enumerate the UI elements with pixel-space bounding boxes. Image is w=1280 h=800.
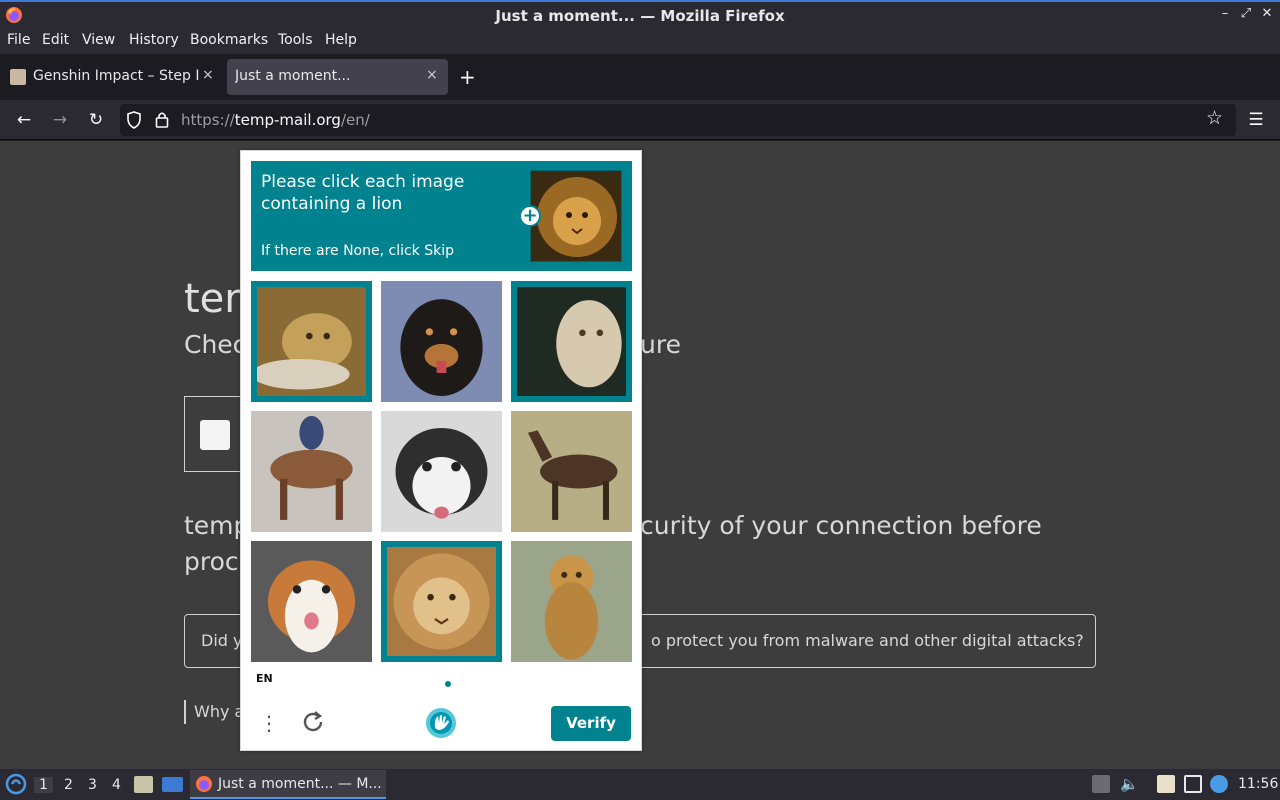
eject-icon[interactable]	[1092, 775, 1110, 793]
white-lion-tile[interactable]	[511, 281, 632, 402]
workspace-2[interactable]: 2	[64, 777, 73, 793]
language-selector[interactable]: EN	[256, 672, 273, 685]
captcha-prompt: Please click each image containing a lio…	[261, 172, 465, 214]
tab-just-a-moment[interactable]: Just a moment... ×	[227, 59, 448, 95]
why-link[interactable]: Why a	[184, 700, 244, 724]
workspace-3[interactable]: 3	[88, 777, 97, 793]
url-text[interactable]: https://temp-mail.org/en/	[181, 111, 370, 129]
lioness-image	[257, 287, 366, 396]
tab-label: Just a moment...	[235, 68, 351, 84]
task-label: Just a moment... — M...	[218, 776, 382, 792]
page-paragraph-line2: proc	[184, 547, 239, 576]
bookmark-star-icon[interactable]: ☆	[1206, 107, 1223, 129]
page-subheading-tail: ure	[640, 330, 681, 359]
tab-bar: Genshin Impact – Step In × Just a moment…	[0, 54, 1280, 100]
dog-rottweiler-tile[interactable]	[381, 281, 502, 402]
firefox-icon	[196, 776, 212, 792]
file-manager-icon[interactable]	[134, 776, 153, 793]
menu-tools[interactable]: Tools	[278, 32, 313, 48]
back-button[interactable]: ←	[12, 108, 36, 132]
lioness-tile[interactable]	[251, 281, 372, 402]
horse-rider-tile[interactable]	[251, 411, 372, 532]
notification-icon[interactable]	[1210, 775, 1228, 793]
menu-view[interactable]: View	[82, 32, 115, 48]
refresh-challenge-icon[interactable]	[299, 708, 327, 736]
new-tab-button[interactable]: +	[459, 65, 476, 89]
menu-help[interactable]: Help	[325, 32, 357, 48]
faq-question-text: Did y	[201, 631, 243, 650]
lion-face-tile[interactable]	[381, 541, 502, 662]
nav-toolbar: ← → ↻ https://temp-mail.org/en/ ☆ ☰	[0, 100, 1280, 140]
window-title: Just a moment... — Mozilla Firefox	[495, 7, 785, 25]
white-lion-image	[517, 287, 626, 396]
maximize-button[interactable]: ⤢	[1237, 6, 1255, 21]
corgi-tile[interactable]	[251, 541, 372, 662]
clock: 11:56	[1238, 776, 1279, 792]
husky-tile[interactable]	[381, 411, 502, 532]
shield-icon[interactable]	[126, 111, 142, 129]
challenge-checkbox-box	[184, 396, 244, 472]
taskbar-firefox-task[interactable]: Just a moment... — M...	[190, 770, 386, 799]
forward-button[interactable]: →	[48, 108, 72, 132]
tab-label: Genshin Impact – Step In	[33, 68, 199, 84]
close-window-button[interactable]: ✕	[1258, 6, 1276, 21]
husky-image	[381, 411, 502, 532]
lion-cub-tile[interactable]	[511, 541, 632, 662]
hcaptcha-logo-icon	[426, 708, 456, 738]
faq-question-tail: o protect you from malware and other dig…	[651, 631, 1084, 650]
horse-rider-image	[251, 411, 372, 532]
page-indicator-dot	[445, 681, 451, 687]
hamburger-menu-icon[interactable]: ☰	[1244, 108, 1268, 132]
window-titlebar: Just a moment... — Mozilla Firefox – ⤢ ✕	[0, 0, 1280, 29]
lion-face-image	[387, 547, 496, 656]
menu-edit[interactable]: Edit	[42, 32, 69, 48]
corgi-image	[251, 541, 372, 662]
clipboard-icon[interactable]	[1157, 775, 1175, 793]
show-desktop-icon[interactable]	[162, 777, 183, 792]
more-options-icon[interactable]: ⋮	[259, 711, 279, 737]
minimize-button[interactable]: –	[1216, 6, 1234, 21]
menu-bookmarks[interactable]: Bookmarks	[190, 32, 268, 48]
menu-bar: File Edit View History Bookmarks Tools H…	[0, 29, 1280, 54]
captcha-hint: If there are None, click Skip	[261, 243, 455, 259]
network-icon[interactable]	[1184, 775, 1202, 793]
expand-example-icon[interactable]: +	[519, 205, 541, 227]
example-lion-image[interactable]	[530, 170, 622, 262]
tab-close-icon[interactable]: ×	[426, 67, 438, 83]
dog-image	[381, 281, 502, 402]
workspace-4[interactable]: 4	[112, 777, 121, 793]
menu-history[interactable]: History	[129, 32, 179, 48]
horse-image	[511, 411, 632, 532]
start-menu-icon[interactable]	[5, 773, 27, 795]
lion-cub-image	[511, 541, 632, 662]
address-bar[interactable]: https://temp-mail.org/en/ ☆	[120, 104, 1236, 136]
lock-icon[interactable]	[155, 111, 169, 128]
horse-tile[interactable]	[511, 411, 632, 532]
captcha-challenge: Please click each image containing a lio…	[240, 150, 642, 751]
tab-close-icon[interactable]: ×	[202, 67, 214, 83]
workspace-1[interactable]: 1	[34, 777, 53, 793]
page-subheading: Chec	[184, 330, 247, 359]
volume-icon[interactable]: 🔈	[1120, 775, 1139, 793]
menu-file[interactable]: File	[7, 32, 30, 48]
tab-favicon-icon	[10, 69, 26, 85]
taskbar: 1 2 3 4 Just a moment... — M... 🔈 11:56	[0, 768, 1280, 800]
tab-genshin[interactable]: Genshin Impact – Step In ×	[2, 59, 220, 95]
captcha-prompt-header: Please click each image containing a lio…	[251, 161, 632, 271]
verify-button[interactable]: Verify	[551, 706, 631, 741]
reload-button[interactable]: ↻	[84, 108, 108, 132]
page-paragraph-tail: curity of your connection before	[640, 511, 1042, 540]
checkbox[interactable]	[200, 420, 230, 450]
